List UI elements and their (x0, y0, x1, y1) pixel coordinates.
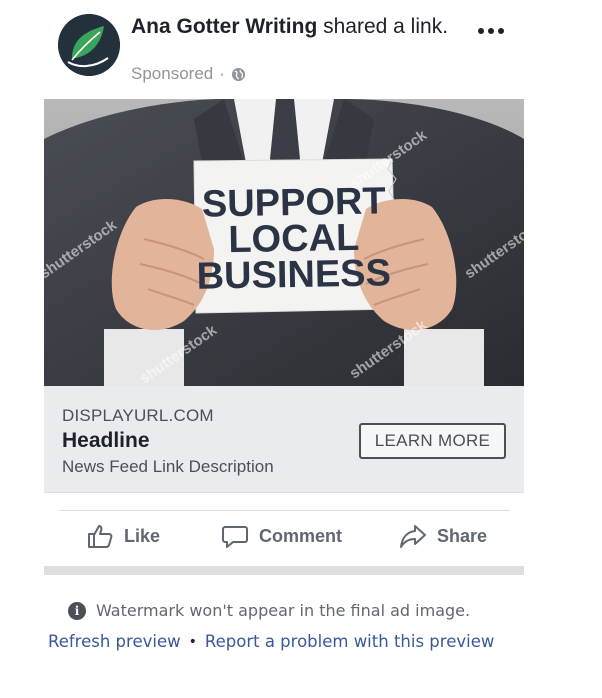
info-icon: i (68, 601, 86, 620)
post-bottom-bar (44, 566, 524, 575)
meta-separator: · (219, 64, 225, 83)
link-preview[interactable]: DISPLAYURL.COM Headline News Feed Link D… (44, 386, 524, 493)
watermark-notice-text: Watermark won't appear in the final ad i… (96, 601, 471, 620)
display-url: DISPLAYURL.COM (62, 406, 214, 425)
post-action-text: shared a link. (323, 15, 449, 38)
post-author-line: Ana Gotter Writing shared a link. (131, 14, 461, 39)
globe-icon (231, 67, 245, 81)
post-meta: Sponsored · (131, 64, 246, 84)
more-dot-icon (498, 28, 504, 34)
feather-logo-icon (58, 14, 120, 76)
comment-label: Comment (259, 525, 343, 546)
actions-divider (59, 510, 510, 511)
share-arrow-icon (400, 525, 426, 548)
sponsored-label[interactable]: Sponsored (131, 64, 213, 84)
ad-description: News Feed Link Description (62, 457, 274, 476)
more-dot-icon (488, 28, 494, 34)
ad-image[interactable]: SUPPORT LOCAL BUSINESS shutterstock shut… (44, 99, 524, 386)
report-problem-link[interactable]: Report a problem with this preview (205, 632, 494, 651)
sign-line-3: BUSINESS (196, 252, 391, 297)
learn-more-button[interactable]: LEARN MORE (359, 423, 506, 459)
page-avatar[interactable] (58, 14, 120, 76)
share-button[interactable]: Share (399, 520, 487, 552)
author-name[interactable]: Ana Gotter Writing (131, 15, 317, 38)
comment-button[interactable]: Comment (221, 520, 342, 552)
share-label: Share (437, 525, 488, 546)
more-dot-icon (478, 28, 484, 34)
like-button[interactable]: Like (86, 520, 160, 552)
watermark-notice: i Watermark won't appear in the final ad… (68, 601, 470, 620)
thumbs-up-icon (88, 525, 113, 548)
comment-bubble-icon (222, 526, 248, 548)
post-options-button[interactable] (476, 22, 506, 40)
ad-headline: Headline (62, 429, 150, 452)
links-separator: • (188, 633, 197, 650)
ad-photo: SUPPORT LOCAL BUSINESS shutterstock shut… (44, 99, 524, 386)
refresh-preview-link[interactable]: Refresh preview (48, 632, 181, 651)
like-label: Like (124, 525, 161, 546)
preview-links: Refresh preview • Report a problem with … (48, 632, 494, 651)
